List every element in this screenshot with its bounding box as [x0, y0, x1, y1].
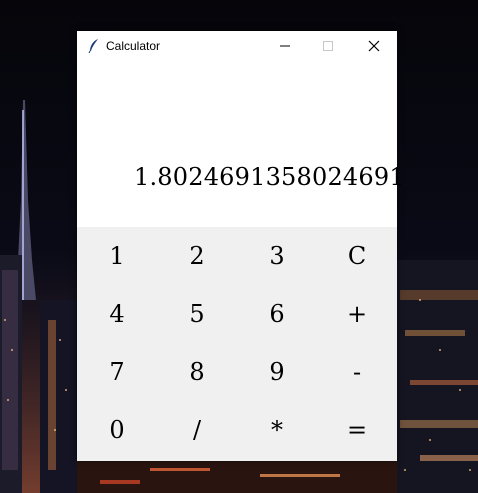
key-multiply[interactable]: *	[237, 401, 317, 459]
window-title: Calculator	[106, 39, 161, 53]
key-minus[interactable]: -	[317, 343, 397, 401]
key-5[interactable]: 5	[157, 285, 237, 343]
keypad: 1 2 3 C 4 5 6 + 7 8 9 - 0 / * =	[77, 227, 397, 461]
key-clear[interactable]: C	[317, 227, 397, 285]
key-divide[interactable]: /	[157, 401, 237, 459]
close-button[interactable]	[351, 31, 396, 61]
minimize-button[interactable]	[262, 31, 307, 61]
key-6[interactable]: 6	[237, 285, 317, 343]
key-8[interactable]: 8	[157, 343, 237, 401]
key-9[interactable]: 9	[237, 343, 317, 401]
key-3[interactable]: 3	[237, 227, 317, 285]
title-bar[interactable]: Calculator	[77, 31, 397, 61]
feather-icon	[88, 39, 98, 54]
key-1[interactable]: 1	[77, 227, 157, 285]
calculator-window: Calculator 1.8024691358024691 1 2 3 C 4	[77, 31, 405, 461]
minimize-icon	[279, 45, 290, 47]
key-7[interactable]: 7	[77, 343, 157, 401]
display-value: 1.8024691358024691	[134, 163, 405, 191]
maximize-button[interactable]	[305, 31, 350, 61]
close-icon	[368, 40, 379, 52]
key-0[interactable]: 0	[77, 401, 157, 459]
key-2[interactable]: 2	[157, 227, 237, 285]
maximize-icon	[322, 41, 333, 51]
key-plus[interactable]: +	[317, 285, 397, 343]
key-equals[interactable]: =	[317, 401, 397, 459]
key-4[interactable]: 4	[77, 285, 157, 343]
